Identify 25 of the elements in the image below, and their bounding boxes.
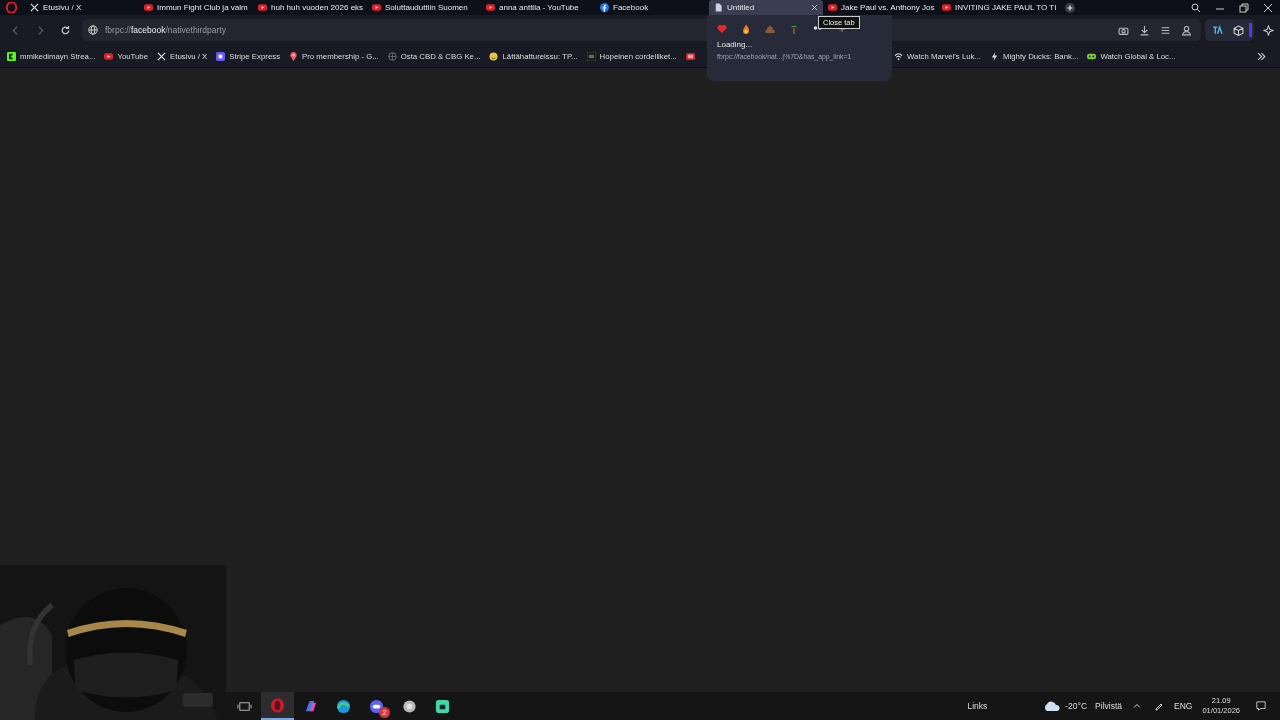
loading-status: Loading...: [717, 40, 754, 49]
tab-title: Untitled: [727, 3, 755, 12]
taskbar-button[interactable]: 2: [360, 692, 393, 720]
browser-tab[interactable]: anna anttila - YouTube: [481, 0, 595, 15]
weather-condition[interactable]: Pilvistä: [1095, 701, 1123, 711]
tab-title: Immun Fight Club ja valm: [157, 3, 248, 12]
browser-tab[interactable]: Untitled: [709, 0, 823, 15]
notification-badge: 2: [379, 707, 390, 718]
tab-title: Jake Paul vs. Anthony Jos: [841, 3, 935, 12]
tab-title: INVITING JAKE PAUL TO TI: [955, 3, 1057, 12]
language-indicator[interactable]: ENG: [1174, 701, 1193, 711]
browser-tab[interactable]: Jake Paul vs. Anthony Jos: [823, 0, 937, 15]
tab-title: Facebook: [613, 3, 649, 12]
browser-tab[interactable]: Facebook: [595, 0, 709, 15]
tab-title: huh huh vuoden 2026 eks: [271, 3, 364, 12]
tab-title: Etusivu / X: [43, 3, 82, 12]
temperature[interactable]: -20°C: [1065, 701, 1088, 711]
links-toolbar[interactable]: Links: [967, 701, 988, 711]
browser-tab[interactable]: Etusivu / X: [25, 0, 139, 15]
browser-tab[interactable]: Soluttauduttiin Suomen: [367, 0, 481, 15]
browser-tab[interactable]: huh huh vuoden 2026 eks: [253, 0, 367, 15]
url-text: fbrpc://facebook/nativethirdparty: [105, 25, 226, 35]
tab-title: Soluttauduttiin Suomen: [385, 3, 468, 12]
browser-tab[interactable]: Immun Fight Club ja valm: [139, 0, 253, 15]
tab-title: anna anttila - YouTube: [499, 3, 579, 12]
